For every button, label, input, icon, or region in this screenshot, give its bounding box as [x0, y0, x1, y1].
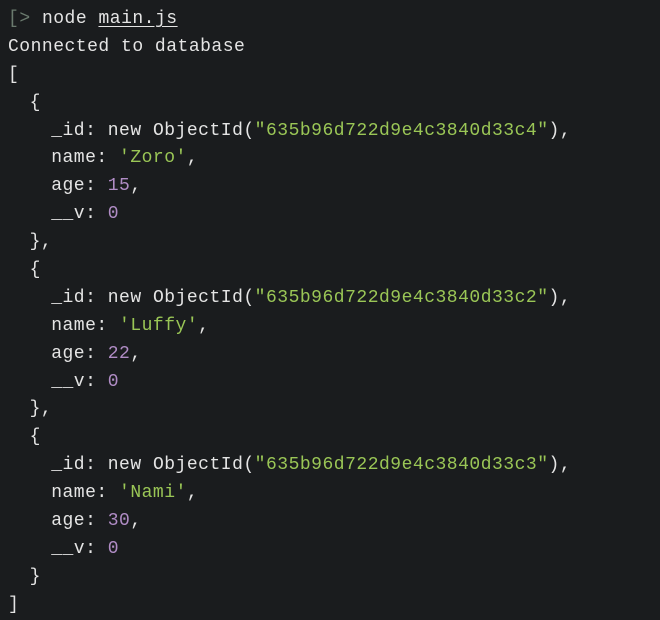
- object-close: },: [8, 396, 652, 424]
- terminal-output: [> node main.js Connected to database [ …: [8, 6, 652, 620]
- age-value: 22: [108, 344, 131, 364]
- age-comma: ,: [130, 511, 141, 531]
- id-close: ),: [549, 288, 572, 308]
- connected-message: Connected to database: [8, 34, 652, 62]
- id-value: "635b96d722d9e4c3840d33c4": [255, 121, 549, 141]
- id-new: new: [108, 121, 142, 141]
- field-id: _id: new ObjectId("635b96d722d9e4c3840d3…: [8, 118, 652, 146]
- id-close: ),: [549, 121, 572, 141]
- field-v: __v: 0: [8, 536, 652, 564]
- id-new: new: [108, 455, 142, 475]
- name-comma: ,: [198, 316, 209, 336]
- v-key: __v:: [51, 372, 96, 392]
- field-age: age: 22,: [8, 341, 652, 369]
- prompt-open-bracket: [: [8, 9, 19, 29]
- age-key: age:: [51, 176, 96, 196]
- name-value: 'Nami': [119, 483, 187, 503]
- prompt-caret: >: [19, 9, 30, 29]
- id-fn: ObjectId(: [153, 288, 255, 308]
- age-key: age:: [51, 511, 96, 531]
- prompt-line[interactable]: [> node main.js: [8, 6, 652, 34]
- name-value: 'Zoro': [119, 148, 187, 168]
- object-open: {: [8, 90, 652, 118]
- object-open: {: [8, 257, 652, 285]
- field-v: __v: 0: [8, 201, 652, 229]
- id-fn: ObjectId(: [153, 121, 255, 141]
- field-name: name: 'Luffy',: [8, 313, 652, 341]
- v-key: __v:: [51, 539, 96, 559]
- age-comma: ,: [130, 344, 141, 364]
- id-close: ),: [549, 455, 572, 475]
- object-open: {: [8, 424, 652, 452]
- id-key: _id:: [51, 288, 96, 308]
- id-new: new: [108, 288, 142, 308]
- field-name: name: 'Nami',: [8, 480, 652, 508]
- name-key: name:: [51, 316, 108, 336]
- id-fn: ObjectId(: [153, 455, 255, 475]
- age-key: age:: [51, 344, 96, 364]
- object-close: }: [8, 564, 652, 592]
- age-value: 30: [108, 511, 131, 531]
- id-key: _id:: [51, 121, 96, 141]
- name-key: name:: [51, 483, 108, 503]
- array-open: [: [8, 62, 652, 90]
- id-key: _id:: [51, 455, 96, 475]
- field-v: __v: 0: [8, 369, 652, 397]
- prompt-command: node: [42, 9, 87, 29]
- id-value: "635b96d722d9e4c3840d33c2": [255, 288, 549, 308]
- prompt-filename: main.js: [98, 9, 177, 29]
- name-comma: ,: [187, 148, 198, 168]
- field-id: _id: new ObjectId("635b96d722d9e4c3840d3…: [8, 285, 652, 313]
- name-value: 'Luffy': [119, 316, 198, 336]
- age-comma: ,: [130, 176, 141, 196]
- name-comma: ,: [187, 483, 198, 503]
- name-key: name:: [51, 148, 108, 168]
- v-value: 0: [108, 372, 119, 392]
- field-age: age: 30,: [8, 508, 652, 536]
- id-value: "635b96d722d9e4c3840d33c3": [255, 455, 549, 475]
- v-value: 0: [108, 539, 119, 559]
- array-close: ]: [8, 592, 652, 620]
- field-age: age: 15,: [8, 173, 652, 201]
- age-value: 15: [108, 176, 131, 196]
- object-close: },: [8, 229, 652, 257]
- v-key: __v:: [51, 204, 96, 224]
- field-id: _id: new ObjectId("635b96d722d9e4c3840d3…: [8, 452, 652, 480]
- field-name: name: 'Zoro',: [8, 145, 652, 173]
- v-value: 0: [108, 204, 119, 224]
